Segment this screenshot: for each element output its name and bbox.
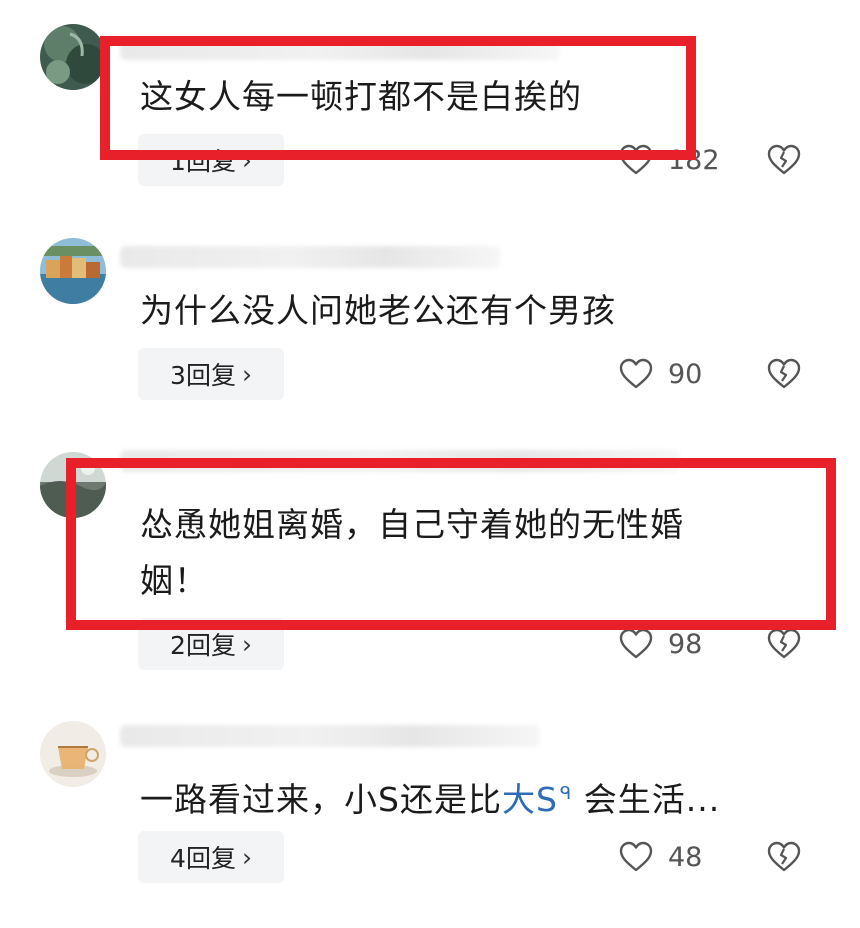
heart-outline-icon — [619, 841, 653, 872]
chevron-right-icon: › — [241, 842, 252, 872]
dislike-button[interactable] — [766, 831, 802, 883]
heart-outline-icon — [619, 358, 653, 389]
username-redacted[interactable] — [120, 725, 540, 747]
chevron-right-icon: › — [241, 359, 252, 389]
heart-outline-icon — [619, 628, 653, 659]
reply-count-label: 2回复 — [170, 631, 236, 660]
highlight-box-2 — [66, 458, 836, 630]
highlight-box-1 — [100, 36, 696, 160]
broken-heart-icon — [767, 144, 801, 175]
comment-text-before: 一路看过来，小S还是比 — [140, 780, 502, 819]
chevron-right-icon: › — [241, 629, 252, 659]
dislike-button[interactable] — [766, 348, 802, 400]
reply-button[interactable]: 3回复 › — [138, 348, 284, 400]
like-button[interactable]: 90 — [618, 348, 702, 400]
mention-link[interactable]: 大S — [502, 780, 558, 819]
broken-heart-icon — [767, 841, 801, 872]
reply-count-label: 3回复 — [170, 361, 236, 390]
search-icon[interactable]: ᑫ — [560, 783, 572, 804]
avatar[interactable] — [40, 24, 106, 90]
comment-2: 为什么没人问她老公还有个男孩 3回复 › 90 — [0, 210, 860, 430]
like-button[interactable]: 48 — [618, 831, 702, 883]
comment-text-after: 会生活... — [572, 780, 721, 819]
broken-heart-icon — [767, 628, 801, 659]
like-count: 48 — [668, 841, 703, 873]
like-count: 90 — [668, 358, 703, 390]
comment-list: 这女人每一顿打都不是白挨的 1回复 › 182 为什么没人问她老公还有个男孩 3… — [0, 0, 860, 928]
reply-count-label: 4回复 — [170, 844, 236, 873]
comment-text: 一路看过来，小S还是比大S ᑫ 会生活... — [140, 769, 720, 825]
broken-heart-icon — [767, 358, 801, 389]
like-count: 98 — [668, 628, 703, 660]
comment-text: 为什么没人问她老公还有个男孩 — [140, 291, 616, 330]
avatar[interactable] — [40, 238, 106, 304]
username-redacted[interactable] — [120, 246, 500, 268]
dislike-button[interactable] — [766, 134, 802, 186]
avatar[interactable] — [40, 721, 106, 787]
comment-4: 一路看过来，小S还是比大S ᑫ 会生活... 4回复 › 48 — [0, 705, 860, 928]
reply-button[interactable]: 4回复 › — [138, 831, 284, 883]
